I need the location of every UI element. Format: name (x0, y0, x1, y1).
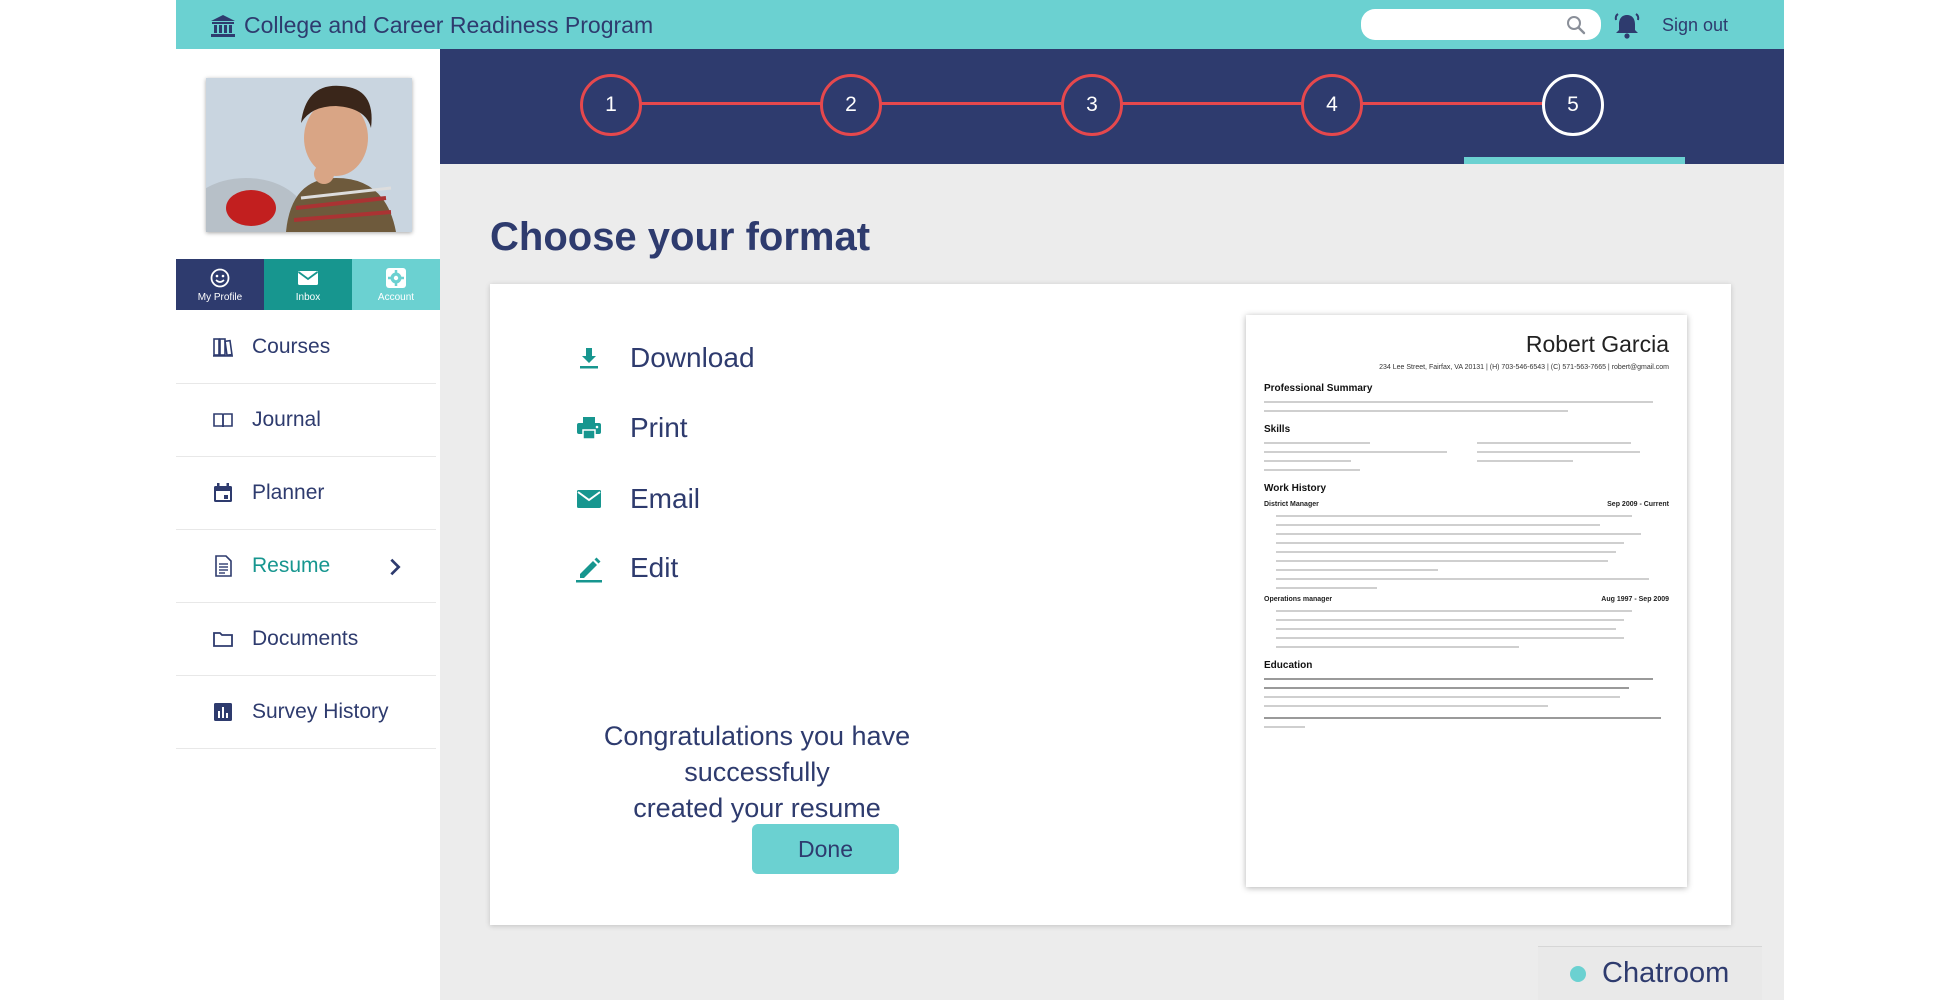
resume-text-line (1264, 410, 1568, 412)
success-message-line-2: created your resume (633, 793, 881, 823)
page-title: Choose your format (490, 215, 871, 259)
sidebar-item-label: Journal (252, 408, 321, 431)
resume-contact: 234 Lee Street, Fairfax, VA 20131 | (H) … (1379, 364, 1669, 371)
books-icon (213, 338, 233, 357)
sidebar-item-planner[interactable]: Planner (176, 457, 436, 530)
sign-out-link[interactable]: Sign out (1662, 15, 1728, 36)
success-message-line-1: Congratulations you have successfully (603, 721, 911, 787)
resume-role: Operations manager Aug 1997 - Sep 2009 (1264, 596, 1669, 603)
mail-icon (577, 490, 601, 508)
my-profile-label: My Profile (197, 291, 243, 303)
sidebar-item-courses[interactable]: Courses (176, 311, 436, 384)
print-option[interactable]: Print (574, 412, 688, 444)
progress-stepper: 1 2 3 4 5 (440, 49, 1784, 164)
download-label: Download (630, 342, 755, 373)
account-button[interactable]: Account (352, 259, 440, 310)
resume-role: District Manager Sep 2009 - Current (1264, 501, 1669, 508)
done-button[interactable]: Done (752, 824, 899, 874)
resume-skills-col (1264, 435, 1457, 471)
sidebar-item-label: Resume (252, 554, 331, 577)
chevron-right-icon (390, 558, 401, 576)
resume-preview[interactable]: Robert Garcia 234 Lee Street, Fairfax, V… (1246, 315, 1687, 887)
sidebar-item-label: Planner (252, 481, 325, 504)
sidebar-item-survey-history[interactable]: Survey History (176, 676, 436, 749)
step-4[interactable]: 4 (1301, 74, 1363, 136)
resume-skills-columns (1264, 435, 1669, 471)
profile-photo (206, 78, 412, 232)
bank-icon (211, 14, 235, 37)
inbox-button[interactable]: Inbox (264, 259, 352, 310)
email-option[interactable]: Email (574, 483, 700, 515)
step-3[interactable]: 3 (1061, 74, 1123, 136)
resume-skills-col (1476, 435, 1670, 471)
smiley-icon (210, 268, 230, 287)
top-bar: College and Career Readiness Program Sig… (176, 0, 1784, 49)
sidebar-item-journal[interactable]: Journal (176, 384, 436, 457)
sidebar-item-label: Courses (252, 335, 331, 358)
document-icon (215, 555, 232, 577)
folder-icon (213, 632, 233, 647)
gear-icon (386, 267, 406, 288)
sidebar-item-documents[interactable]: Documents (176, 603, 436, 676)
student-photo-image (206, 78, 412, 232)
edit-label: Edit (630, 552, 679, 583)
step-1[interactable]: 1 (580, 74, 642, 136)
step-2[interactable]: 2 (820, 74, 882, 136)
resume-role-dates: Aug 1997 - Sep 2009 (1601, 596, 1669, 603)
chatroom-label: Chatroom (1602, 957, 1730, 989)
app-title: College and Career Readiness Program (244, 12, 654, 38)
download-option[interactable]: Download (574, 342, 755, 374)
my-profile-button[interactable]: My Profile (176, 259, 264, 310)
mail-icon (297, 270, 319, 285)
open-book-icon (213, 413, 233, 428)
edit-option[interactable]: Edit (574, 552, 678, 584)
calendar-icon (214, 483, 232, 502)
bar-chart-icon (214, 703, 232, 721)
resume-section-skills: Skills (1264, 424, 1291, 435)
quick-links: My Profile Inbox Account (176, 259, 440, 310)
sidebar-item-resume[interactable]: Resume (176, 530, 436, 603)
download-icon (580, 348, 598, 369)
pencil-icon (576, 557, 602, 583)
inbox-label: Inbox (295, 291, 321, 303)
resume-name: Robert Garcia (1525, 331, 1669, 357)
sidebar-item-label: Documents (252, 627, 359, 650)
print-label: Print (630, 412, 688, 443)
resume-role-title: District Manager (1264, 501, 1319, 508)
account-label: Account (377, 291, 415, 303)
bell-icon[interactable] (1612, 12, 1642, 40)
resume-role-dates: Sep 2009 - Current (1607, 501, 1669, 508)
app-window: College and Career Readiness Program Sig… (176, 0, 1784, 1000)
resume-section-summary: Professional Summary (1264, 383, 1373, 394)
printer-icon (577, 417, 601, 440)
format-card: Download Print Email Edit Congratulation… (490, 284, 1731, 925)
resume-text-line (1264, 401, 1653, 403)
step-5[interactable]: 5 (1542, 74, 1604, 136)
resume-section-work: Work History (1264, 483, 1327, 494)
chatroom-button[interactable]: Chatroom (1538, 946, 1762, 1000)
email-label: Email (630, 483, 701, 514)
resume-role-title: Operations manager (1264, 596, 1333, 603)
sidebar: My Profile Inbox Account Courses Journal… (176, 49, 440, 1000)
resume-section-education: Education (1264, 660, 1313, 671)
sidebar-item-label: Survey History (252, 700, 389, 723)
online-status-dot (1570, 965, 1586, 982)
success-message: Congratulations you have successfully cr… (540, 718, 974, 826)
current-step-indicator (1464, 157, 1685, 164)
brand[interactable]: College and Career Readiness Program (210, 12, 653, 39)
search-icon[interactable] (1565, 14, 1587, 36)
sidebar-nav: Courses Journal Planner Resume Documents… (176, 311, 440, 749)
